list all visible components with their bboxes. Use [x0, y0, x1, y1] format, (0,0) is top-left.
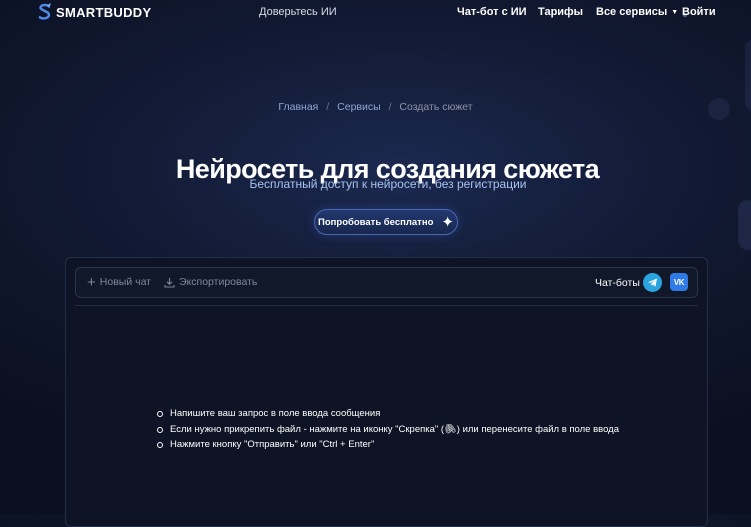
nav-all-services[interactable]: Все сервисы ▼: [596, 6, 678, 18]
chevron-down-icon: ▼: [671, 9, 679, 16]
logo-s-icon: [38, 3, 51, 20]
nav-tariffs[interactable]: Тарифы: [538, 6, 583, 18]
export-button[interactable]: Экспортировать: [164, 276, 257, 288]
hint-text: Если нужно прикрепить файл - нажмите на …: [170, 423, 445, 435]
vk-icon[interactable]: VK: [670, 273, 688, 291]
try-free-button[interactable]: Попробовать бесплатно ✦: [314, 209, 458, 235]
chat-panel: + Новый чат Экспортировать Чат-боты VK Н…: [65, 257, 708, 527]
decor-orb: [738, 200, 751, 250]
plus-icon: +: [87, 273, 96, 291]
toolbar-divider: [75, 305, 698, 306]
chat-bots-label: Чат-боты: [595, 277, 640, 289]
nav-all-services-label: Все сервисы: [596, 6, 668, 18]
breadcrumb-current: Создать сюжет: [399, 101, 473, 113]
page-subtitle: Бесплатный доступ к нейросети, без регис…: [249, 177, 527, 191]
list-item: Нажмите кнопку "Отправить" или "Ctrl + E…: [157, 437, 630, 453]
site-header: SMARTBUDDY Доверьтесь ИИ Чат-бот с ИИ Та…: [0, 0, 751, 26]
sparkle-icon: ✦: [441, 213, 454, 231]
chat-toolbar: + Новый чат Экспортировать Чат-боты VK: [75, 267, 698, 298]
new-chat-button[interactable]: + Новый чат: [87, 273, 151, 291]
login-link[interactable]: Войти: [682, 6, 716, 18]
try-free-button-label: Попробовать бесплатно: [318, 216, 434, 228]
telegram-plane-glyph: [648, 278, 657, 287]
breadcrumb: Главная / Сервисы / Создать сюжет: [0, 101, 751, 113]
hint-text: Нажмите кнопку "Отправить" или "Ctrl + E…: [170, 439, 375, 450]
breadcrumb-separator: /: [388, 101, 392, 113]
tagline: Доверьтесь ИИ: [259, 6, 337, 18]
breadcrumb-services[interactable]: Сервисы: [337, 101, 381, 113]
breadcrumb-separator: /: [326, 101, 330, 113]
export-label: Экспортировать: [179, 276, 258, 288]
nav-chat-bot[interactable]: Чат-бот с ИИ: [457, 6, 527, 18]
usage-hints: Напишите ваш запрос в поле ввода сообщен…: [156, 406, 630, 453]
decor-orb: [745, 40, 751, 110]
logo-text: SMARTBUDDY: [56, 4, 152, 20]
new-chat-label: Новый чат: [99, 276, 151, 288]
bullet: [157, 442, 163, 448]
hint-text: Напишите ваш запрос в поле ввода сообщен…: [170, 408, 381, 419]
bullet: [157, 411, 163, 417]
list-item: Если нужно прикрепить файл - нажмите на …: [157, 422, 630, 438]
download-icon: [164, 277, 175, 288]
list-item: Напишите ваш запрос в поле ввода сообщен…: [157, 406, 630, 422]
telegram-icon[interactable]: [643, 273, 662, 292]
bullet: [157, 426, 163, 433]
breadcrumb-home[interactable]: Главная: [278, 101, 318, 113]
logo[interactable]: SMARTBUDDY: [38, 3, 151, 21]
hint-text: ) или перенесите файл в поле ввода: [456, 423, 619, 435]
